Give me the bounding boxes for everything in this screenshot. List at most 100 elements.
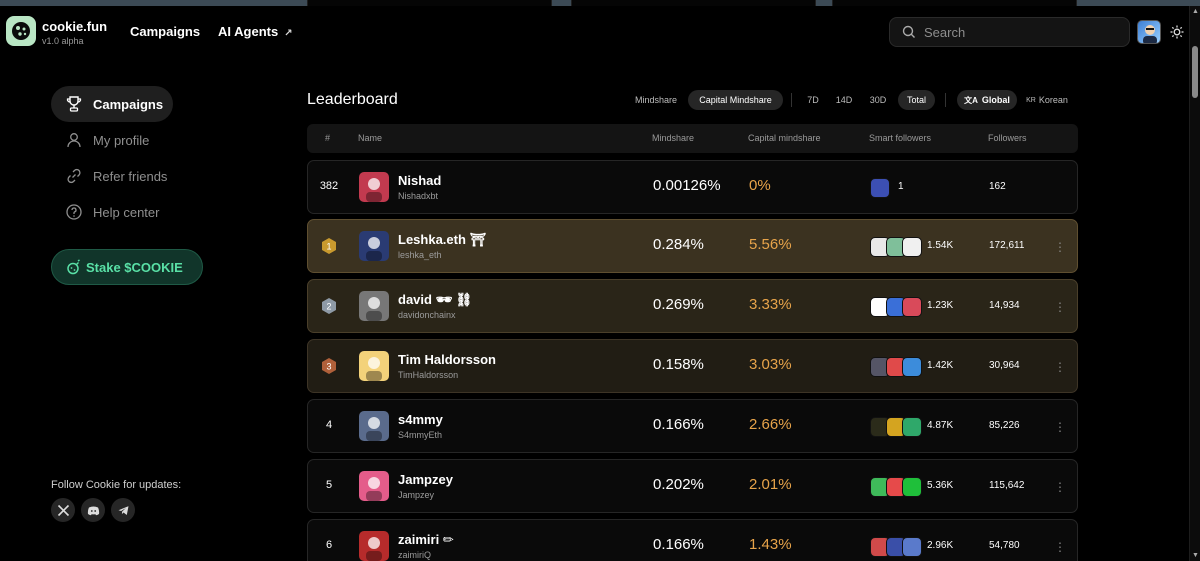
account-handle: leshka_eth bbox=[398, 250, 442, 260]
table-row[interactable]: 1 Leshka.eth ⛩ leshka_eth 0.284% 5.56% 1.54K… bbox=[307, 219, 1078, 273]
search-box[interactable] bbox=[889, 17, 1130, 47]
scrollbar-thumb[interactable] bbox=[1192, 46, 1198, 98]
rank-number: 382 bbox=[319, 180, 339, 192]
followers-count: 30,964 bbox=[989, 360, 1020, 371]
smart-follower-avatars[interactable] bbox=[870, 237, 922, 257]
smart-follower-avatar bbox=[902, 477, 922, 497]
tab-global[interactable]: 文A Global bbox=[957, 90, 1017, 110]
smart-follower-avatars[interactable] bbox=[870, 417, 922, 437]
account-name[interactable]: Jampzey bbox=[398, 472, 453, 487]
nav-ai-agents[interactable]: AI Agents ↗ bbox=[218, 24, 293, 39]
scroll-down-icon[interactable]: ▼ bbox=[1192, 552, 1199, 559]
stake-button-label: Stake $COOKIE bbox=[86, 259, 183, 275]
more-options-icon[interactable]: ⋮ bbox=[1054, 297, 1066, 317]
table-row[interactable]: 2 david 🕶 ⛓ davidonchainx 0.269% 3.33% 1.23K… bbox=[307, 279, 1078, 333]
rank-number: 3 bbox=[326, 362, 331, 372]
divider bbox=[945, 93, 946, 107]
account-avatar[interactable] bbox=[359, 411, 389, 441]
sidebar-item-refer-friends[interactable]: Refer friends bbox=[51, 158, 173, 194]
table-row[interactable]: 6 zaimiri ✏ zaimiriQ 0.166% 1.43% 2.96K 54,78… bbox=[307, 519, 1078, 561]
smart-follower-avatars[interactable] bbox=[870, 297, 922, 317]
account-name[interactable]: Tim Haldorsson bbox=[398, 352, 496, 367]
discord-icon[interactable] bbox=[81, 498, 105, 522]
more-options-icon[interactable]: ⋮ bbox=[1054, 477, 1066, 497]
table-row[interactable]: 4 s4mmy S4mmyEth 0.166% 2.66% 4.87K 85,226 ⋮ bbox=[307, 399, 1078, 453]
capital-mindshare-value: 2.66% bbox=[749, 416, 792, 433]
account-name[interactable]: Nishad bbox=[398, 173, 441, 188]
leaderboard-title: Leaderboard bbox=[307, 91, 398, 108]
account-avatar[interactable] bbox=[359, 231, 389, 261]
user-avatar[interactable] bbox=[1137, 20, 1161, 44]
account-avatar[interactable] bbox=[359, 172, 389, 202]
account-name[interactable]: s4mmy bbox=[398, 412, 443, 427]
table-row[interactable]: 3 Tim Haldorsson TimHaldorsson 0.158% 3.03%… bbox=[307, 339, 1078, 393]
tab-mindshare[interactable]: Mindshare bbox=[628, 90, 684, 110]
account-avatar[interactable] bbox=[359, 471, 389, 501]
more-options-icon[interactable]: ⋮ bbox=[1054, 537, 1066, 557]
x-icon[interactable] bbox=[51, 498, 75, 522]
more-options-icon[interactable]: ⋮ bbox=[1054, 237, 1066, 257]
tab-7d[interactable]: 7D bbox=[802, 90, 824, 110]
capital-mindshare-value: 3.03% bbox=[749, 356, 792, 373]
account-name[interactable]: Leshka.eth ⛩ bbox=[398, 232, 486, 248]
table-header: # Name Mindshare Capital mindshare Smart… bbox=[307, 124, 1078, 153]
account-avatar[interactable] bbox=[359, 351, 389, 381]
col-smart-followers[interactable]: Smart followers bbox=[869, 133, 931, 143]
top-header: cookie.fun v1.0 alpha Campaigns AI Agent… bbox=[0, 6, 1189, 58]
account-handle: zaimiriQ bbox=[398, 550, 431, 560]
smart-followers-count: 1.23K bbox=[927, 300, 954, 311]
tab-total[interactable]: Total bbox=[898, 90, 935, 110]
kr-flag-label: KR bbox=[1026, 96, 1036, 104]
table-row[interactable]: 5 Jampzey Jampzey 0.202% 2.01% 5.36K 115,642 ⋮ bbox=[307, 459, 1078, 513]
account-avatar[interactable] bbox=[359, 531, 389, 561]
followers-count: 115,642 bbox=[989, 480, 1025, 491]
mindshare-value: 0.269% bbox=[653, 296, 704, 313]
account-name[interactable]: david 🕶 ⛓ bbox=[398, 292, 472, 308]
mindshare-value: 0.166% bbox=[653, 416, 704, 433]
tab-global-label: Global bbox=[981, 95, 1010, 105]
smart-follower-avatars[interactable] bbox=[870, 178, 890, 198]
smart-follower-avatars[interactable] bbox=[870, 357, 922, 377]
bronze-medal-icon: 3 bbox=[322, 358, 336, 374]
telegram-icon[interactable] bbox=[111, 498, 135, 522]
table-row[interactable]: 382 Nishad Nishadxbt 0.00126% 0% 1 162 bbox=[307, 160, 1078, 214]
smart-followers-count: 4.87K bbox=[927, 420, 954, 431]
brand-version: v1.0 alpha bbox=[42, 36, 84, 46]
smart-follower-avatars[interactable] bbox=[870, 537, 922, 557]
scroll-up-icon[interactable]: ▲ bbox=[1192, 8, 1199, 15]
tab-capital-mindshare[interactable]: Capital Mindshare bbox=[688, 90, 783, 110]
rank-number: 1 bbox=[326, 242, 331, 252]
more-options-icon[interactable]: ⋮ bbox=[1054, 417, 1066, 437]
brand-name[interactable]: cookie.fun bbox=[42, 19, 107, 34]
account-avatar[interactable] bbox=[359, 291, 389, 321]
user-icon bbox=[67, 133, 81, 148]
smart-follower-avatar bbox=[902, 297, 922, 317]
smart-followers-count: 1.54K bbox=[927, 240, 954, 251]
col-rank: # bbox=[325, 133, 331, 143]
nav-campaigns[interactable]: Campaigns bbox=[130, 24, 200, 39]
sidebar-item-campaigns[interactable]: Campaigns bbox=[51, 86, 173, 122]
page-scrollbar[interactable]: ▲ ▼ bbox=[1189, 6, 1200, 561]
sidebar-item-label: Help center bbox=[93, 204, 160, 220]
tab-14d[interactable]: 14D bbox=[831, 90, 857, 110]
col-capital-mindshare[interactable]: Capital mindshare bbox=[748, 133, 821, 143]
divider bbox=[791, 93, 792, 107]
smart-follower-avatars[interactable] bbox=[870, 477, 922, 497]
search-input[interactable] bbox=[924, 24, 1114, 40]
more-options-icon[interactable]: ⋮ bbox=[1054, 357, 1066, 377]
sidebar-item-my-profile[interactable]: My profile bbox=[51, 122, 173, 158]
rank-number: 5 bbox=[325, 479, 333, 491]
sidebar-item-label: Refer friends bbox=[93, 168, 168, 184]
account-name[interactable]: zaimiri ✏ bbox=[398, 532, 454, 548]
silver-medal-icon: 2 bbox=[322, 298, 336, 314]
tab-30d[interactable]: 30D bbox=[864, 90, 892, 110]
col-followers[interactable]: Followers bbox=[988, 133, 1027, 143]
tab-korean[interactable]: KR Korean bbox=[1021, 90, 1073, 110]
rank-number: 4 bbox=[325, 419, 333, 431]
sidebar-item-help-center[interactable]: Help center bbox=[51, 194, 173, 230]
col-mindshare[interactable]: Mindshare bbox=[652, 133, 694, 143]
sun-theme-icon[interactable] bbox=[1170, 25, 1184, 39]
stake-cookie-button[interactable]: Stake $COOKIE bbox=[51, 249, 203, 285]
smart-followers-count: 1.42K bbox=[927, 360, 954, 371]
cookie-logo-icon[interactable] bbox=[6, 16, 36, 46]
